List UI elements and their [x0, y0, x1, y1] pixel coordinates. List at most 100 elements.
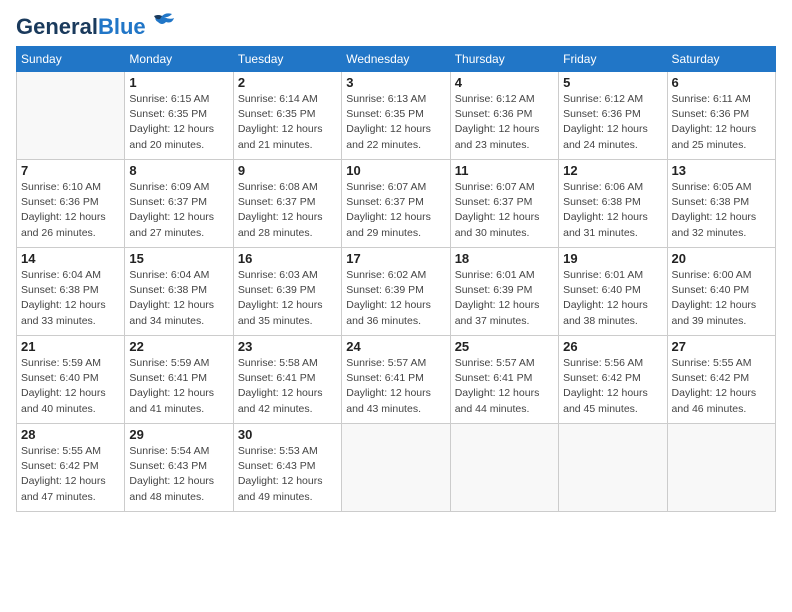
day-number: 17: [346, 251, 445, 266]
day-number: 8: [129, 163, 228, 178]
calendar-cell: 16Sunrise: 6:03 AM Sunset: 6:39 PM Dayli…: [233, 248, 341, 336]
day-number: 21: [21, 339, 120, 354]
logo-bird-icon: [148, 12, 176, 34]
calendar-cell: 27 Sunrise: 5:55 AM Sunset: 6:42 PM Dayli…: [667, 336, 775, 424]
calendar-cell: 17 Sunrise: 6:02 AM Sunset: 6:39 PM Dayli…: [342, 248, 450, 336]
calendar-cell: 7 Sunrise: 6:10 AM Sunset: 6:36 PM Daylig…: [17, 160, 125, 248]
calendar-week-row: 28 Sunrise: 5:55 AM Sunset: 6:42 PM Dayli…: [17, 424, 776, 512]
day-info: Sunrise: 6:07 AM Sunset: 6:37 PM Dayligh…: [455, 180, 554, 241]
day-info: Sunrise: 6:11 AM Sunset: 6:36 PM Dayligh…: [672, 92, 771, 153]
day-number: 7: [21, 163, 120, 178]
calendar-cell: 6 Sunrise: 6:11 AM Sunset: 6:36 PM Daylig…: [667, 72, 775, 160]
day-number: 10: [346, 163, 445, 178]
day-number: 15: [129, 251, 228, 266]
calendar-cell: 2 Sunrise: 6:14 AM Sunset: 6:35 PM Daylig…: [233, 72, 341, 160]
day-info: Sunrise: 5:59 AM Sunset: 6:40 PM Dayligh…: [21, 356, 120, 417]
calendar-cell: 26 Sunrise: 5:56 AM Sunset: 6:42 PM Dayli…: [559, 336, 667, 424]
calendar-cell: [559, 424, 667, 512]
day-number: 25: [455, 339, 554, 354]
calendar-cell: 29 Sunrise: 5:54 AM Sunset: 6:43 PM Dayli…: [125, 424, 233, 512]
day-number: 5: [563, 75, 662, 90]
calendar-cell: 15Sunrise: 6:04 AM Sunset: 6:38 PM Dayli…: [125, 248, 233, 336]
day-number: 23: [238, 339, 337, 354]
day-info: Sunrise: 5:53 AM Sunset: 6:43 PM Dayligh…: [238, 444, 337, 505]
calendar-cell: 18 Sunrise: 6:01 AM Sunset: 6:39 PM Dayli…: [450, 248, 558, 336]
calendar-cell: 19 Sunrise: 6:01 AM Sunset: 6:40 PM Dayli…: [559, 248, 667, 336]
weekday-header: Tuesday: [233, 47, 341, 72]
day-info: Sunrise: 6:02 AM Sunset: 6:39 PM Dayligh…: [346, 268, 445, 329]
day-number: 3: [346, 75, 445, 90]
day-number: 27: [672, 339, 771, 354]
calendar-header-row: SundayMondayTuesdayWednesdayThursdayFrid…: [17, 47, 776, 72]
day-info: Sunrise: 6:07 AM Sunset: 6:37 PM Dayligh…: [346, 180, 445, 241]
day-number: 6: [672, 75, 771, 90]
day-info: Sunrise: 6:01 AM Sunset: 6:39 PM Dayligh…: [455, 268, 554, 329]
calendar-cell: 21 Sunrise: 5:59 AM Sunset: 6:40 PM Dayli…: [17, 336, 125, 424]
day-info: Sunrise: 5:57 AM Sunset: 6:41 PM Dayligh…: [455, 356, 554, 417]
page-header: GeneralBlue: [16, 16, 776, 38]
calendar-cell: [17, 72, 125, 160]
weekday-header: Sunday: [17, 47, 125, 72]
day-info: Sunrise: 6:13 AM Sunset: 6:35 PM Dayligh…: [346, 92, 445, 153]
day-info: Sunrise: 6:14 AM Sunset: 6:35 PM Dayligh…: [238, 92, 337, 153]
day-info: Sunrise: 6:15 AM Sunset: 6:35 PM Dayligh…: [129, 92, 228, 153]
day-info: Sunrise: 5:54 AM Sunset: 6:43 PM Dayligh…: [129, 444, 228, 505]
day-info: Sunrise: 6:01 AM Sunset: 6:40 PM Dayligh…: [563, 268, 662, 329]
day-info: Sunrise: 6:06 AM Sunset: 6:38 PM Dayligh…: [563, 180, 662, 241]
calendar-cell: 14 Sunrise: 6:04 AM Sunset: 6:38 PM Dayli…: [17, 248, 125, 336]
day-info: Sunrise: 5:55 AM Sunset: 6:42 PM Dayligh…: [672, 356, 771, 417]
logo: GeneralBlue: [16, 16, 176, 38]
day-info: Sunrise: 6:12 AM Sunset: 6:36 PM Dayligh…: [563, 92, 662, 153]
day-number: 20: [672, 251, 771, 266]
day-info: Sunrise: 5:58 AM Sunset: 6:41 PM Dayligh…: [238, 356, 337, 417]
day-info: Sunrise: 5:57 AM Sunset: 6:41 PM Dayligh…: [346, 356, 445, 417]
logo-text: GeneralBlue: [16, 16, 146, 38]
weekday-header: Saturday: [667, 47, 775, 72]
day-number: 14: [21, 251, 120, 266]
calendar-cell: 12 Sunrise: 6:06 AM Sunset: 6:38 PM Dayli…: [559, 160, 667, 248]
day-info: Sunrise: 5:59 AM Sunset: 6:41 PM Dayligh…: [129, 356, 228, 417]
day-number: 9: [238, 163, 337, 178]
calendar-week-row: 14 Sunrise: 6:04 AM Sunset: 6:38 PM Dayli…: [17, 248, 776, 336]
calendar-week-row: 7 Sunrise: 6:10 AM Sunset: 6:36 PM Daylig…: [17, 160, 776, 248]
calendar-cell: [450, 424, 558, 512]
day-number: 22: [129, 339, 228, 354]
day-number: 16: [238, 251, 337, 266]
calendar-cell: 9 Sunrise: 6:08 AM Sunset: 6:37 PM Daylig…: [233, 160, 341, 248]
weekday-header: Thursday: [450, 47, 558, 72]
weekday-header: Monday: [125, 47, 233, 72]
day-number: 28: [21, 427, 120, 442]
calendar-table: SundayMondayTuesdayWednesdayThursdayFrid…: [16, 46, 776, 512]
calendar-cell: 20 Sunrise: 6:00 AM Sunset: 6:40 PM Dayli…: [667, 248, 775, 336]
day-info: Sunrise: 6:10 AM Sunset: 6:36 PM Dayligh…: [21, 180, 120, 241]
day-info: Sunrise: 5:56 AM Sunset: 6:42 PM Dayligh…: [563, 356, 662, 417]
calendar-cell: 25 Sunrise: 5:57 AM Sunset: 6:41 PM Dayli…: [450, 336, 558, 424]
day-number: 24: [346, 339, 445, 354]
day-number: 19: [563, 251, 662, 266]
day-number: 18: [455, 251, 554, 266]
day-number: 4: [455, 75, 554, 90]
day-number: 13: [672, 163, 771, 178]
calendar-cell: 3 Sunrise: 6:13 AM Sunset: 6:35 PM Daylig…: [342, 72, 450, 160]
weekday-header: Friday: [559, 47, 667, 72]
calendar-cell: 23 Sunrise: 5:58 AM Sunset: 6:41 PM Dayli…: [233, 336, 341, 424]
day-number: 2: [238, 75, 337, 90]
day-number: 1: [129, 75, 228, 90]
day-number: 29: [129, 427, 228, 442]
calendar-cell: 28 Sunrise: 5:55 AM Sunset: 6:42 PM Dayli…: [17, 424, 125, 512]
calendar-cell: 24 Sunrise: 5:57 AM Sunset: 6:41 PM Dayli…: [342, 336, 450, 424]
day-info: Sunrise: 6:08 AM Sunset: 6:37 PM Dayligh…: [238, 180, 337, 241]
day-number: 26: [563, 339, 662, 354]
calendar-cell: 4Sunrise: 6:12 AM Sunset: 6:36 PM Daylig…: [450, 72, 558, 160]
day-info: Sunrise: 6:05 AM Sunset: 6:38 PM Dayligh…: [672, 180, 771, 241]
day-number: 12: [563, 163, 662, 178]
calendar-cell: [667, 424, 775, 512]
calendar-cell: 22 Sunrise: 5:59 AM Sunset: 6:41 PM Dayli…: [125, 336, 233, 424]
calendar-cell: 1 Sunrise: 6:15 AM Sunset: 6:35 PM Daylig…: [125, 72, 233, 160]
calendar-week-row: 21 Sunrise: 5:59 AM Sunset: 6:40 PM Dayli…: [17, 336, 776, 424]
calendar-cell: 11Sunrise: 6:07 AM Sunset: 6:37 PM Dayli…: [450, 160, 558, 248]
calendar-cell: [342, 424, 450, 512]
day-info: Sunrise: 6:04 AM Sunset: 6:38 PM Dayligh…: [21, 268, 120, 329]
day-info: Sunrise: 6:00 AM Sunset: 6:40 PM Dayligh…: [672, 268, 771, 329]
day-info: Sunrise: 5:55 AM Sunset: 6:42 PM Dayligh…: [21, 444, 120, 505]
